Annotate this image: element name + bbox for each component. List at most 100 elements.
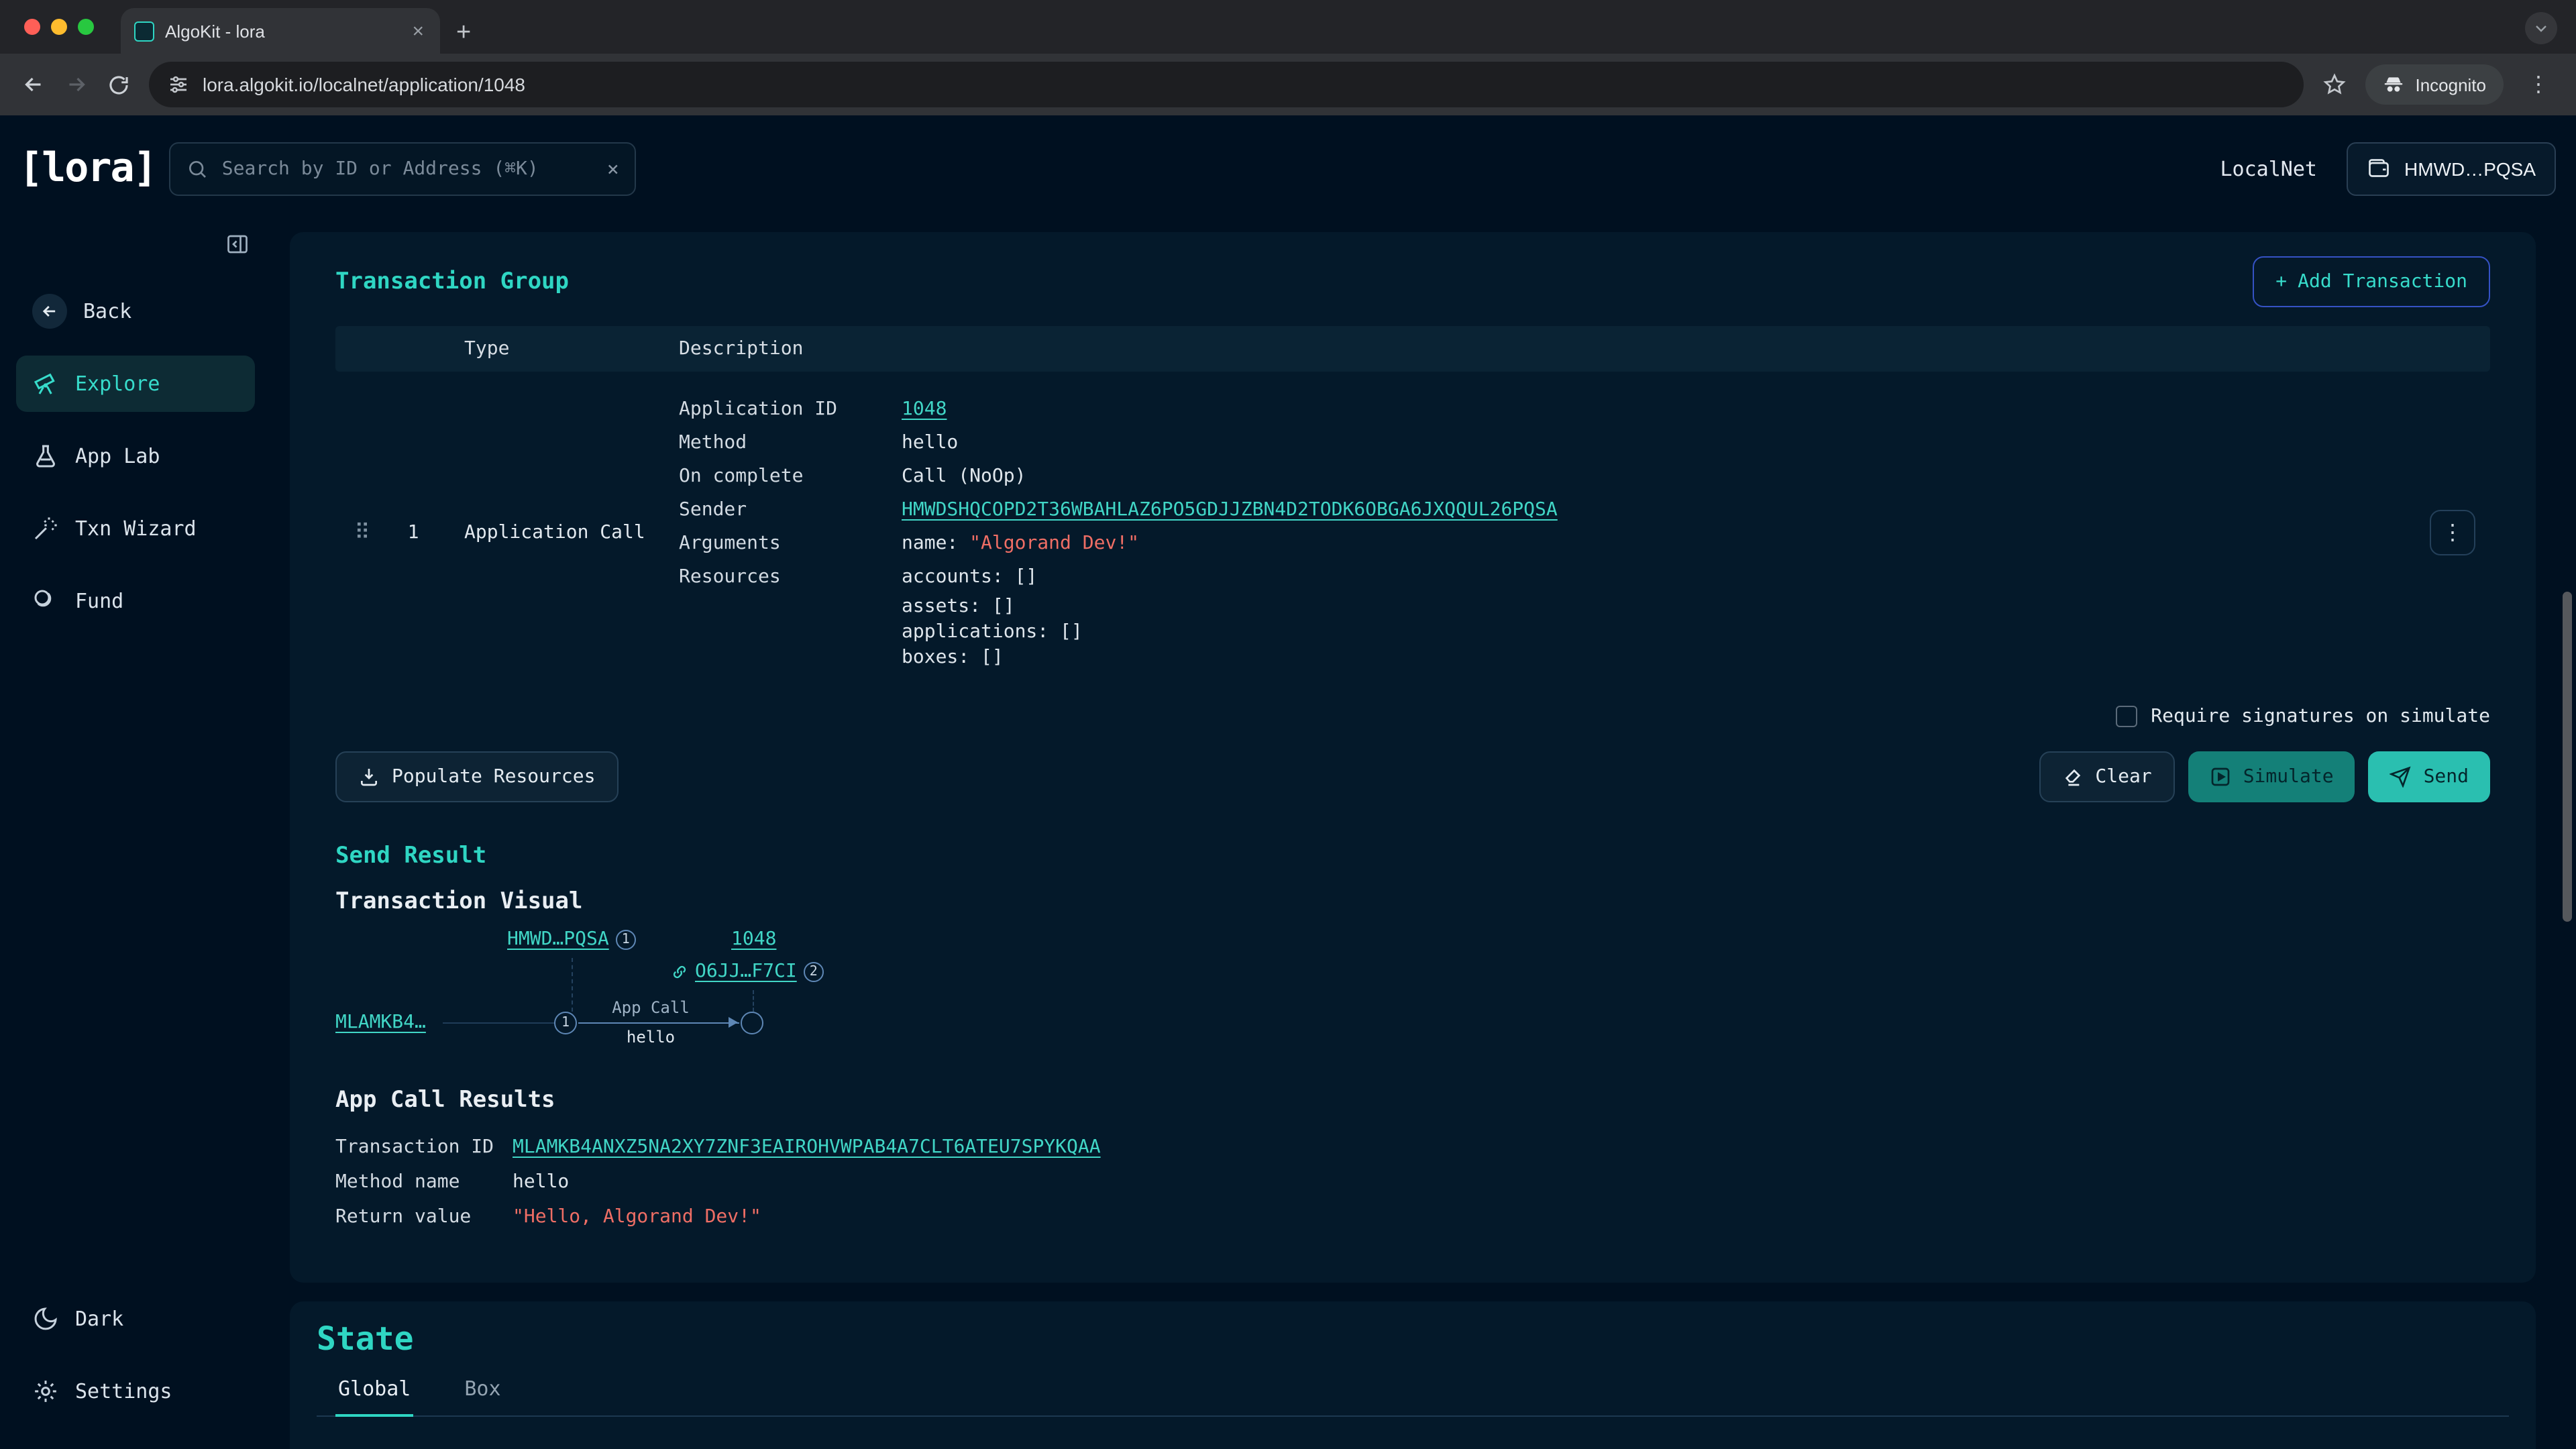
sender-address-link[interactable]: HMWDSHQCOPD2T36WBAHLAZ6PO5GDJJZBN4D2TODK… [902,499,1558,521]
sidebar: Back Explore App Lab Txn Wizard Fund [0,221,271,1449]
resources-values: accounts: [] assets: [] applications: []… [902,561,2415,671]
drag-handle-icon[interactable]: ⠿ [335,519,389,545]
search-clear-icon[interactable]: × [607,156,619,180]
populate-resources-button[interactable]: Populate Resources [335,751,618,802]
flask-icon [32,443,59,470]
play-square-icon [2210,766,2231,788]
transaction-table-header: Type Description [335,326,2490,372]
resource-accounts: accounts: [] [902,561,2415,594]
populate-resources-label: Populate Resources [392,766,595,788]
address-bar[interactable]: lora.algokit.io/localnet/application/104… [149,62,2304,107]
visual-app-link[interactable]: 1048 [731,928,776,950]
bookmark-star-icon[interactable] [2322,72,2347,97]
connector-line [443,1022,555,1024]
tab-global[interactable]: Global [335,1377,413,1417]
visual-account-link[interactable]: HMWD…PQSA [507,928,609,950]
browser-toolbar: lora.algokit.io/localnet/application/104… [0,54,2576,115]
network-label[interactable]: LocalNet [2220,156,2318,180]
column-type: Type [437,338,665,360]
add-transaction-button[interactable]: + Add Transaction [2253,256,2490,307]
simulate-button[interactable]: Simulate [2188,751,2355,802]
sidebar-item-explore[interactable]: Explore [16,356,255,412]
column-description: Description [665,338,2415,360]
send-button[interactable]: Send [2369,751,2490,802]
browser-menu-button[interactable]: ⋮ [2522,71,2555,98]
tab-title: AlgoKit - lora [165,21,398,41]
wallet-account-button[interactable]: HMWD…PQSA [2347,142,2556,195]
result-transaction-id-link[interactable]: MLAMKB4ANXZ5NA2XY7ZNF3EAIROHVWPAB4A7CLT6… [513,1136,1101,1158]
sidebar-item-settings[interactable]: Settings [16,1363,255,1419]
row-type: Application Call [437,521,665,543]
search-icon [187,158,209,179]
state-title: State [317,1320,2509,1358]
visual-txn-link[interactable]: MLAMKB4… [335,1012,426,1033]
dashed-guide-line [572,958,573,1012]
tab-box[interactable]: Box [462,1377,503,1415]
transaction-visual-diagram: HMWD…PQSA 1 1048 O6JJ…F7CI 2 [335,923,2490,1073]
wand-icon [32,515,59,542]
simulate-label: Simulate [2243,766,2334,788]
argument-name: name: [902,533,969,554]
sidebar-txn-wizard-label: Txn Wizard [75,517,197,541]
coins-icon [32,588,59,614]
clear-button[interactable]: Clear [2039,751,2174,802]
actions-row: Populate Resources Clear Simulate [335,751,2490,802]
application-id-link[interactable]: 1048 [902,398,947,420]
txn-from-node[interactable]: 1 [554,1012,577,1034]
field-label: Resources [679,561,902,671]
row-description: Application ID 1048 Method hello On comp… [665,393,2415,671]
transaction-group-card: Transaction Group + Add Transaction Type… [290,232,2536,1283]
sidebar-item-theme[interactable]: Dark [16,1291,255,1347]
arrow-left-icon [40,302,59,321]
back-circle [32,294,67,329]
argument-string-value: "Algorand Dev!" [969,533,1139,554]
browser-tab[interactable]: AlgoKit - lora × [121,8,440,54]
sidebar-fund-label: Fund [75,589,123,613]
collapse-sidebar-icon[interactable] [225,232,250,256]
require-signatures-checkbox[interactable] [2116,706,2137,727]
browser-tab-strip: AlgoKit - lora × + [0,0,2576,54]
field-label: Arguments [679,527,902,561]
reload-icon[interactable] [107,73,130,96]
edge-method-label: hello [584,1028,718,1046]
visual-group-link[interactable]: O6JJ…F7CI [695,961,797,982]
sidebar-item-txn-wizard[interactable]: Txn Wizard [16,500,255,557]
wallet-account-label: HMWD…PQSA [2404,158,2536,179]
txn-to-node[interactable] [741,1012,763,1034]
wallet-icon [2367,156,2391,180]
gear-icon [32,1378,59,1405]
edge-type-label: App Call [584,998,718,1017]
sidebar-item-back[interactable]: Back [16,283,255,339]
incognito-badge: Incognito [2365,64,2504,105]
sidebar-item-app-lab[interactable]: App Lab [16,428,255,484]
search-box[interactable]: × [170,142,637,195]
back-icon[interactable] [21,72,46,97]
result-return-value: "Hello, Algorand Dev!" [513,1199,2490,1234]
new-tab-button[interactable]: + [456,20,471,46]
send-result-title: Send Result [335,843,2490,869]
tab-search-button[interactable] [2525,12,2557,44]
require-signatures-row: Require signatures on simulate [335,706,2490,727]
screen: AlgoKit - lora × + lora.algokit.io/local… [0,0,2576,1449]
transaction-visual-title: Transaction Visual [335,888,2490,915]
url-text: lora.algokit.io/localnet/application/104… [203,74,525,95]
maximize-window-button[interactable] [78,19,94,35]
close-window-button[interactable] [24,19,40,35]
page-scrollbar[interactable] [2563,592,2572,922]
app-header: [lora] × LocalNet HMWD…PQSA [0,115,2576,221]
lora-logo[interactable]: [lora] [19,145,156,192]
site-settings-icon[interactable] [168,74,189,95]
sidebar-item-fund[interactable]: Fund [16,573,255,629]
dashed-guide-line [753,990,754,1012]
chevron-down-icon [2533,20,2549,36]
result-label: Return value [335,1199,513,1234]
sidebar-theme-label: Dark [75,1307,123,1331]
arrowhead [729,1017,738,1028]
tab-close-icon[interactable]: × [409,18,427,44]
row-index: 1 [389,521,437,543]
row-menu-button[interactable]: ⋮ [2430,509,2475,555]
minimize-window-button[interactable] [51,19,67,35]
search-input[interactable] [222,158,594,179]
app-call-results-title: App Call Results [335,1087,2490,1114]
require-signatures-label: Require signatures on simulate [2151,706,2490,727]
